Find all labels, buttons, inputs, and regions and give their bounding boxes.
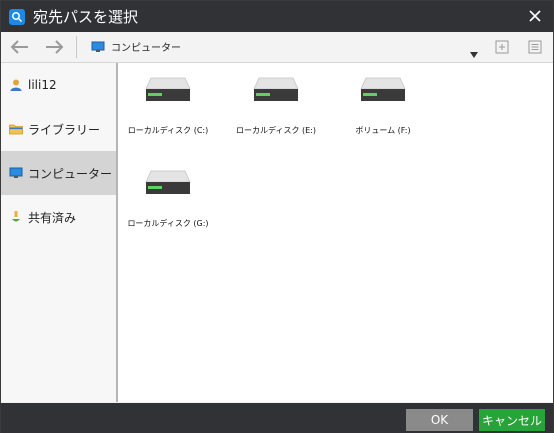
sidebar-item-computer[interactable]: コンピューター [1,151,116,195]
path-dropdown-button[interactable] [470,43,478,62]
forward-button[interactable] [43,37,65,57]
sidebar-item-library[interactable]: ライブラリー [1,107,116,151]
drive-label: ローカルディスク (E:) [236,126,316,135]
sidebar-item-label: コンピューター [28,166,113,181]
monitor-icon [9,167,23,178]
drive-label: ボリューム (F:) [355,126,411,135]
dialog-footer: OK キャンセル [1,403,553,433]
plus-box-icon [495,40,509,54]
drive-item[interactable]: ボリューム (F:) [333,65,433,145]
select-destination-dialog: 宛先パスを選択 コンピューター lili12 ライブラリー コンピューター 共有… [0,0,554,433]
sidebar-item-shared[interactable]: 共有済み [1,195,116,239]
sidebar-item-label: ライブラリー [28,122,101,137]
hard-drive-icon [360,77,406,101]
title-bar: 宛先パスを選択 [1,1,553,32]
toolbar-divider [76,36,77,58]
drive-label: ローカルディスク (G:) [127,219,209,228]
user-icon [10,79,22,91]
drive-item[interactable]: ローカルディスク (C:) [118,65,218,145]
caret-down-icon [470,52,478,58]
drive-item[interactable]: ローカルディスク (E:) [226,65,326,145]
list-view-icon [528,40,542,54]
back-button[interactable] [9,37,31,57]
drive-label: ローカルディスク (C:) [127,126,209,135]
share-icon [12,211,20,222]
ok-button[interactable]: OK [406,409,473,431]
close-icon [529,10,541,22]
sidebar: lili12 ライブラリー コンピューター 共有済み [1,63,118,402]
folder-icon [9,124,23,135]
sidebar-item-label: 共有済み [28,210,77,225]
arrow-right-icon [46,40,64,54]
new-folder-button[interactable] [495,39,509,54]
toolbar: コンピューター [1,32,553,63]
monitor-icon [91,41,105,52]
hard-drive-icon [253,77,299,101]
view-mode-button[interactable] [528,39,542,54]
sidebar-item-user[interactable]: lili12 [1,63,116,107]
arrow-left-icon [10,40,28,54]
drive-list: ローカルディスク (C:) ローカルディスク (E:) ボリューム (F:) ロ… [118,63,553,402]
cancel-button[interactable]: キャンセル [479,409,545,431]
window-title: 宛先パスを選択 [33,8,139,26]
hard-drive-icon [145,77,191,101]
hard-drive-icon [145,170,191,194]
path-breadcrumb[interactable]: コンピューター [91,39,181,54]
close-button[interactable] [523,5,547,27]
app-icon [9,8,25,25]
drive-item[interactable]: ローカルディスク (G:) [118,158,218,238]
sidebar-item-label: lili12 [28,78,57,92]
path-label: コンピューター [111,43,181,54]
